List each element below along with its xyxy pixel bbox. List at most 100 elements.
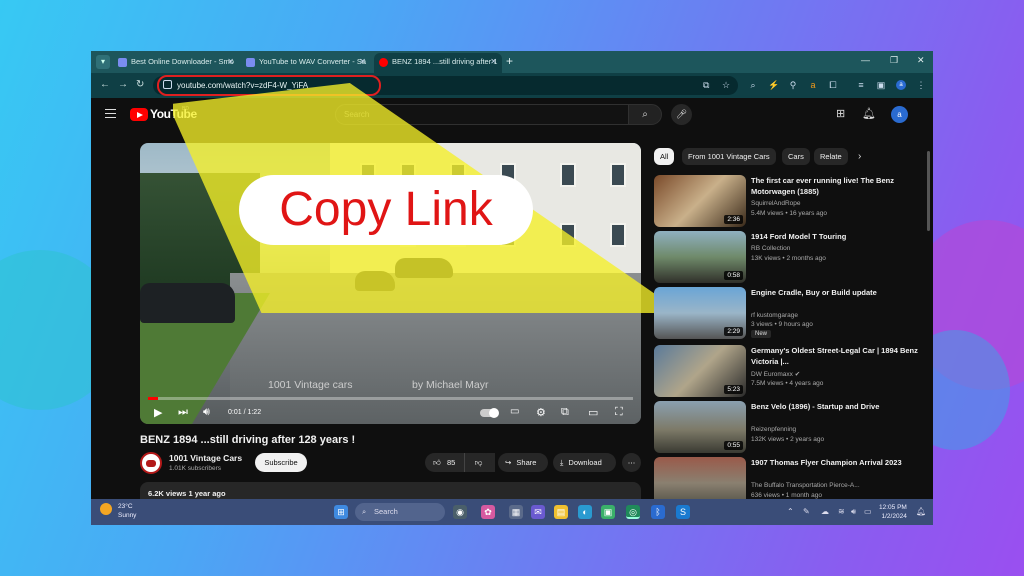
channel-avatar[interactable] bbox=[140, 452, 162, 474]
recommendation-item[interactable]: 2:36 The first car ever running live! Th… bbox=[654, 175, 924, 227]
share-button[interactable]: ↪ Share bbox=[498, 453, 548, 472]
miniplayer-icon[interactable]: ⧉ bbox=[561, 406, 569, 419]
voice-search-icon[interactable]: 🎤︎ bbox=[671, 104, 692, 125]
skype-icon[interactable]: S bbox=[676, 505, 690, 519]
video-thumbnail[interactable]: 0:58 bbox=[654, 231, 746, 283]
settings-gear-icon[interactable]: ⚙ bbox=[536, 406, 546, 419]
recommendation-item[interactable]: 0:58 1914 Ford Model T Touring RB Collec… bbox=[654, 231, 924, 283]
task-view-icon[interactable]: ▦ bbox=[509, 505, 523, 519]
tab-title: BENZ 1894 ...still driving after 1 bbox=[392, 57, 498, 66]
extensions-puzzle-icon[interactable]: ⧠ bbox=[828, 80, 838, 90]
autoplay-toggle[interactable] bbox=[480, 408, 499, 418]
new-tab-button[interactable]: + bbox=[506, 54, 513, 68]
youtube-logo-icon[interactable] bbox=[130, 108, 148, 121]
recommendation-item[interactable]: 2:29 Engine Cradle, Buy or Build update … bbox=[654, 287, 924, 339]
subscribe-button[interactable]: Subscribe bbox=[255, 453, 307, 472]
reload-icon[interactable]: ↻ bbox=[136, 79, 144, 90]
rec-title[interactable]: Engine Cradle, Buy or Build update bbox=[751, 287, 923, 298]
rec-channel[interactable]: DW Euromaxx ✔ bbox=[751, 370, 800, 378]
theater-mode-icon[interactable]: ▭ bbox=[588, 406, 598, 419]
close-tab-icon[interactable]: ✕ bbox=[227, 53, 234, 71]
extension-icon[interactable]: ⚲ bbox=[788, 80, 798, 90]
chips-next-chevron-icon[interactable]: › bbox=[858, 151, 861, 162]
close-tab-icon[interactable]: ✕ bbox=[359, 53, 366, 71]
progress-bar[interactable] bbox=[148, 397, 633, 400]
captions-icon[interactable]: ▭ bbox=[510, 406, 519, 417]
onedrive-icon[interactable]: ☁ bbox=[821, 507, 829, 516]
chip-related[interactable]: Relate bbox=[814, 148, 848, 165]
rec-title[interactable]: Benz Velo (1896) - Startup and Drive bbox=[751, 401, 923, 412]
volume-icon[interactable]: 🔊︎ bbox=[851, 507, 856, 517]
tab-search-icon[interactable]: ▾ bbox=[96, 55, 110, 69]
chip-cars[interactable]: Cars bbox=[782, 148, 810, 165]
next-icon[interactable]: ⏭︎ bbox=[178, 406, 188, 419]
video-thumbnail[interactable]: 0:55 bbox=[654, 401, 746, 453]
battery-icon[interactable]: ▭ bbox=[864, 507, 872, 516]
menu-hamburger-icon[interactable] bbox=[105, 109, 116, 118]
rec-title[interactable]: 1914 Ford Model T Touring bbox=[751, 231, 923, 242]
page-scrollbar[interactable] bbox=[927, 151, 930, 231]
chip-all[interactable]: All bbox=[654, 148, 675, 165]
close-window-icon[interactable]: ✕ bbox=[917, 55, 925, 66]
rec-title[interactable]: Germany's Oldest Street-Legal Car | 1894… bbox=[751, 345, 923, 367]
wifi-icon[interactable]: ≋ bbox=[838, 507, 845, 516]
teams-icon[interactable]: ✉ bbox=[531, 505, 545, 519]
more-actions-icon[interactable]: ⋯ bbox=[622, 453, 641, 472]
minimize-icon[interactable]: — bbox=[861, 55, 870, 65]
maximize-icon[interactable]: ❐ bbox=[890, 55, 898, 66]
fullscreen-icon[interactable]: ⛶ bbox=[615, 406, 623, 419]
play-icon[interactable]: ▶ bbox=[154, 406, 162, 419]
channel-name[interactable]: 1001 Vintage Cars bbox=[169, 453, 242, 463]
clock[interactable]: 12:05 PM 1/2/2024 bbox=[879, 503, 907, 521]
create-video-icon[interactable]: ⊞ bbox=[836, 107, 845, 120]
recommendation-item[interactable]: 5:23 Germany's Oldest Street-Legal Car |… bbox=[654, 345, 924, 397]
rec-channel[interactable]: Reizenpfenning bbox=[751, 426, 796, 433]
back-icon[interactable]: ← bbox=[100, 79, 110, 90]
taskbar-search[interactable]: ⌕ Search bbox=[355, 503, 445, 521]
dislike-button[interactable]: 👎︎ bbox=[464, 453, 492, 472]
search-button[interactable]: ⌕ bbox=[628, 104, 662, 125]
widgets-icon[interactable]: ✿ bbox=[481, 505, 495, 519]
video-thumbnail[interactable]: 2:29 bbox=[654, 287, 746, 339]
rec-channel[interactable]: RB Collection bbox=[751, 245, 790, 252]
video-thumbnail[interactable]: 2:36 bbox=[654, 175, 746, 227]
menu-dots-icon[interactable]: ⋮ bbox=[916, 80, 926, 90]
profile-icon[interactable]: a bbox=[896, 80, 906, 90]
extension-icon[interactable]: ⚡ bbox=[768, 80, 779, 90]
reading-list-icon[interactable]: ≡ bbox=[856, 80, 866, 90]
tray-chevron-icon[interactable]: ⌃ bbox=[787, 507, 794, 516]
recommendation-item[interactable]: 0:55 Benz Velo (1896) - Startup and Driv… bbox=[654, 401, 924, 453]
download-button[interactable]: ⤓ Download bbox=[553, 453, 616, 472]
rec-channel[interactable]: The Buffalo Transportation Pierce-A... bbox=[751, 482, 860, 489]
start-windows-icon[interactable]: ⊞ bbox=[334, 505, 348, 519]
account-avatar[interactable]: a bbox=[891, 106, 908, 123]
install-app-icon[interactable]: ⧉ bbox=[703, 80, 709, 91]
weather-sun-icon[interactable] bbox=[100, 503, 112, 515]
tab-youtube-video[interactable]: BENZ 1894 ...still driving after 1 ✕ bbox=[374, 53, 502, 73]
rec-channel[interactable]: rf kustomgarage bbox=[751, 312, 798, 319]
notifications-bell-icon[interactable]: 🔔︎ bbox=[862, 107, 876, 120]
weather-widget[interactable]: 23°C Sunny bbox=[118, 502, 136, 520]
side-panel-icon[interactable]: ▣ bbox=[876, 80, 886, 90]
volume-icon[interactable]: 🔊︎ bbox=[203, 406, 210, 419]
video-thumbnail[interactable]: 5:23 bbox=[654, 345, 746, 397]
rec-title[interactable]: The first car ever running live! The Ben… bbox=[751, 175, 923, 197]
rec-channel[interactable]: SquirrelAndRope bbox=[751, 200, 801, 207]
close-tab-icon[interactable]: ✕ bbox=[490, 53, 497, 71]
copilot-icon[interactable]: ◉ bbox=[453, 505, 467, 519]
extension-icon[interactable]: ⌕ bbox=[748, 80, 758, 90]
file-explorer-icon[interactable]: ▤ bbox=[554, 505, 568, 519]
bluetooth-icon[interactable]: ᛒ bbox=[651, 505, 665, 519]
amazon-extension-icon[interactable]: a bbox=[808, 80, 818, 90]
tray-app-icon[interactable]: ✎ bbox=[803, 507, 810, 516]
bookmark-star-icon[interactable]: ☆ bbox=[722, 80, 730, 91]
forward-icon[interactable]: → bbox=[118, 79, 128, 90]
chip-from-channel[interactable]: From 1001 Vintage Cars bbox=[682, 148, 776, 165]
store-icon[interactable]: ▣ bbox=[601, 505, 615, 519]
chrome-icon[interactable]: ◎ bbox=[626, 505, 640, 519]
rec-title[interactable]: 1907 Thomas Flyer Champion Arrival 2023 bbox=[751, 457, 923, 468]
notification-bell-icon[interactable]: 🔔︎ bbox=[916, 507, 926, 516]
tab-downloader[interactable]: Best Online Downloader - Smo ✕ bbox=[113, 53, 239, 73]
edge-icon[interactable]: ◐ bbox=[578, 505, 592, 519]
tab-wav-converter[interactable]: YouTube to WAV Converter - Sa ✕ bbox=[241, 53, 371, 73]
